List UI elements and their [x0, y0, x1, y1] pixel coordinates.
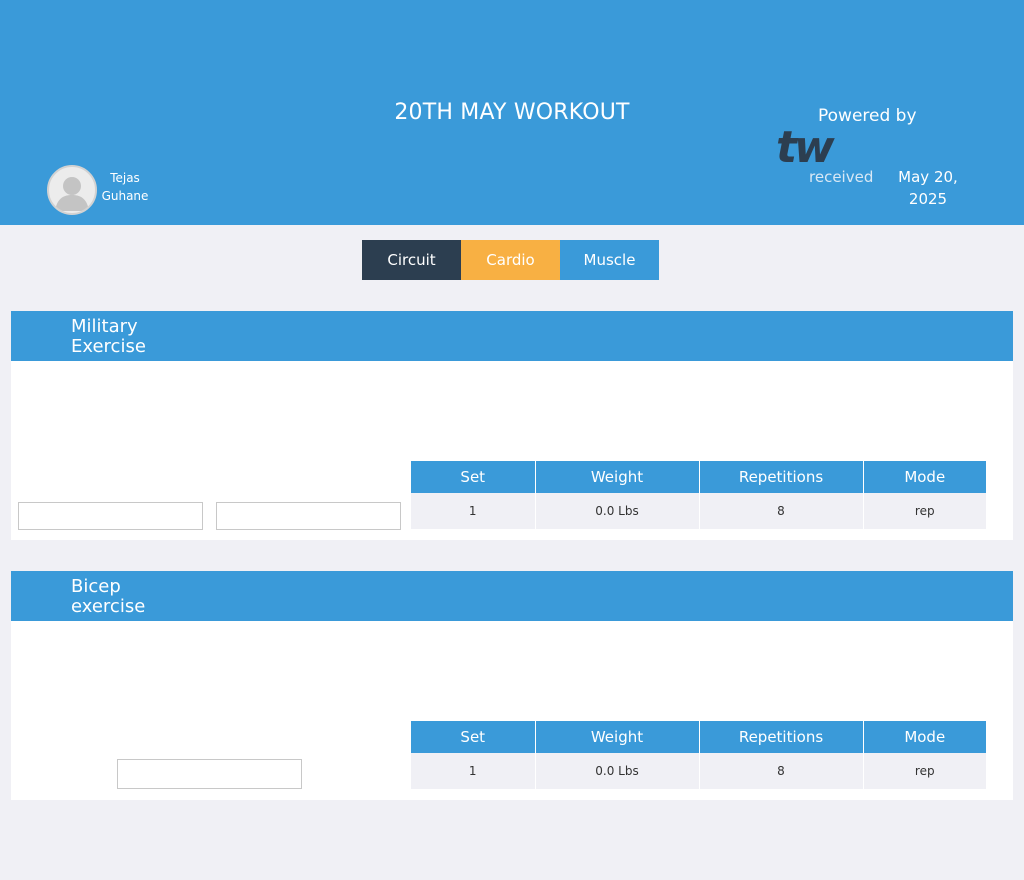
cell-weight: 0.0 Lbs	[535, 493, 700, 529]
cell-repetitions: 8	[699, 753, 864, 789]
workout-type-tabs: Circuit Cardio Muscle	[362, 240, 659, 280]
column-header-set: Set	[411, 721, 536, 753]
table-row: 1 0.0 Lbs 8 rep	[411, 753, 986, 789]
cell-mode: rep	[863, 753, 986, 789]
tab-cardio[interactable]: Cardio	[461, 240, 560, 280]
exercise-panel: Military Exercise Set Weight Repetitions…	[11, 311, 1013, 540]
exercise-title: Military Exercise	[71, 316, 146, 357]
exercise-panel: Bicep exercise Set Weight Repetitions Mo…	[11, 571, 1013, 800]
column-header-mode: Mode	[863, 721, 986, 753]
column-header-mode: Mode	[863, 461, 986, 493]
cell-set: 1	[411, 753, 536, 789]
exercise-header: Bicep exercise	[11, 571, 1013, 621]
cell-mode: rep	[863, 493, 986, 529]
avatar[interactable]	[47, 165, 97, 215]
received-date: May 20, 2025	[898, 168, 958, 208]
table-header-row: Set Weight Repetitions Mode	[411, 721, 986, 753]
media-field[interactable]	[216, 502, 401, 530]
user-name[interactable]: Tejas Guhane	[98, 169, 152, 205]
cell-set: 1	[411, 493, 536, 529]
table-row: 1 0.0 Lbs 8 rep	[411, 493, 986, 529]
media-field[interactable]	[18, 502, 203, 530]
column-header-repetitions: Repetitions	[699, 461, 864, 493]
tab-muscle[interactable]: Muscle	[560, 240, 659, 280]
sets-table: Set Weight Repetitions Mode 1 0.0 Lbs 8 …	[411, 721, 986, 789]
column-header-weight: Weight	[535, 461, 700, 493]
user-silhouette-icon	[55, 177, 89, 211]
exercise-header: Military Exercise	[11, 311, 1013, 361]
cell-weight: 0.0 Lbs	[535, 753, 700, 789]
column-header-repetitions: Repetitions	[699, 721, 864, 753]
tab-circuit[interactable]: Circuit	[362, 240, 461, 280]
cell-repetitions: 8	[699, 493, 864, 529]
sets-table: Set Weight Repetitions Mode 1 0.0 Lbs 8 …	[411, 461, 986, 529]
tw-logo: tw	[776, 122, 838, 166]
media-field[interactable]	[117, 759, 302, 789]
header-banner: 20TH MAY WORKOUT Tejas Guhane Powered by…	[0, 0, 1024, 225]
svg-text:tw: tw	[776, 122, 835, 166]
column-header-set: Set	[411, 461, 536, 493]
table-header-row: Set Weight Repetitions Mode	[411, 461, 986, 493]
exercise-title: Bicep exercise	[71, 576, 146, 617]
received-label: received	[809, 168, 874, 186]
column-header-weight: Weight	[535, 721, 700, 753]
